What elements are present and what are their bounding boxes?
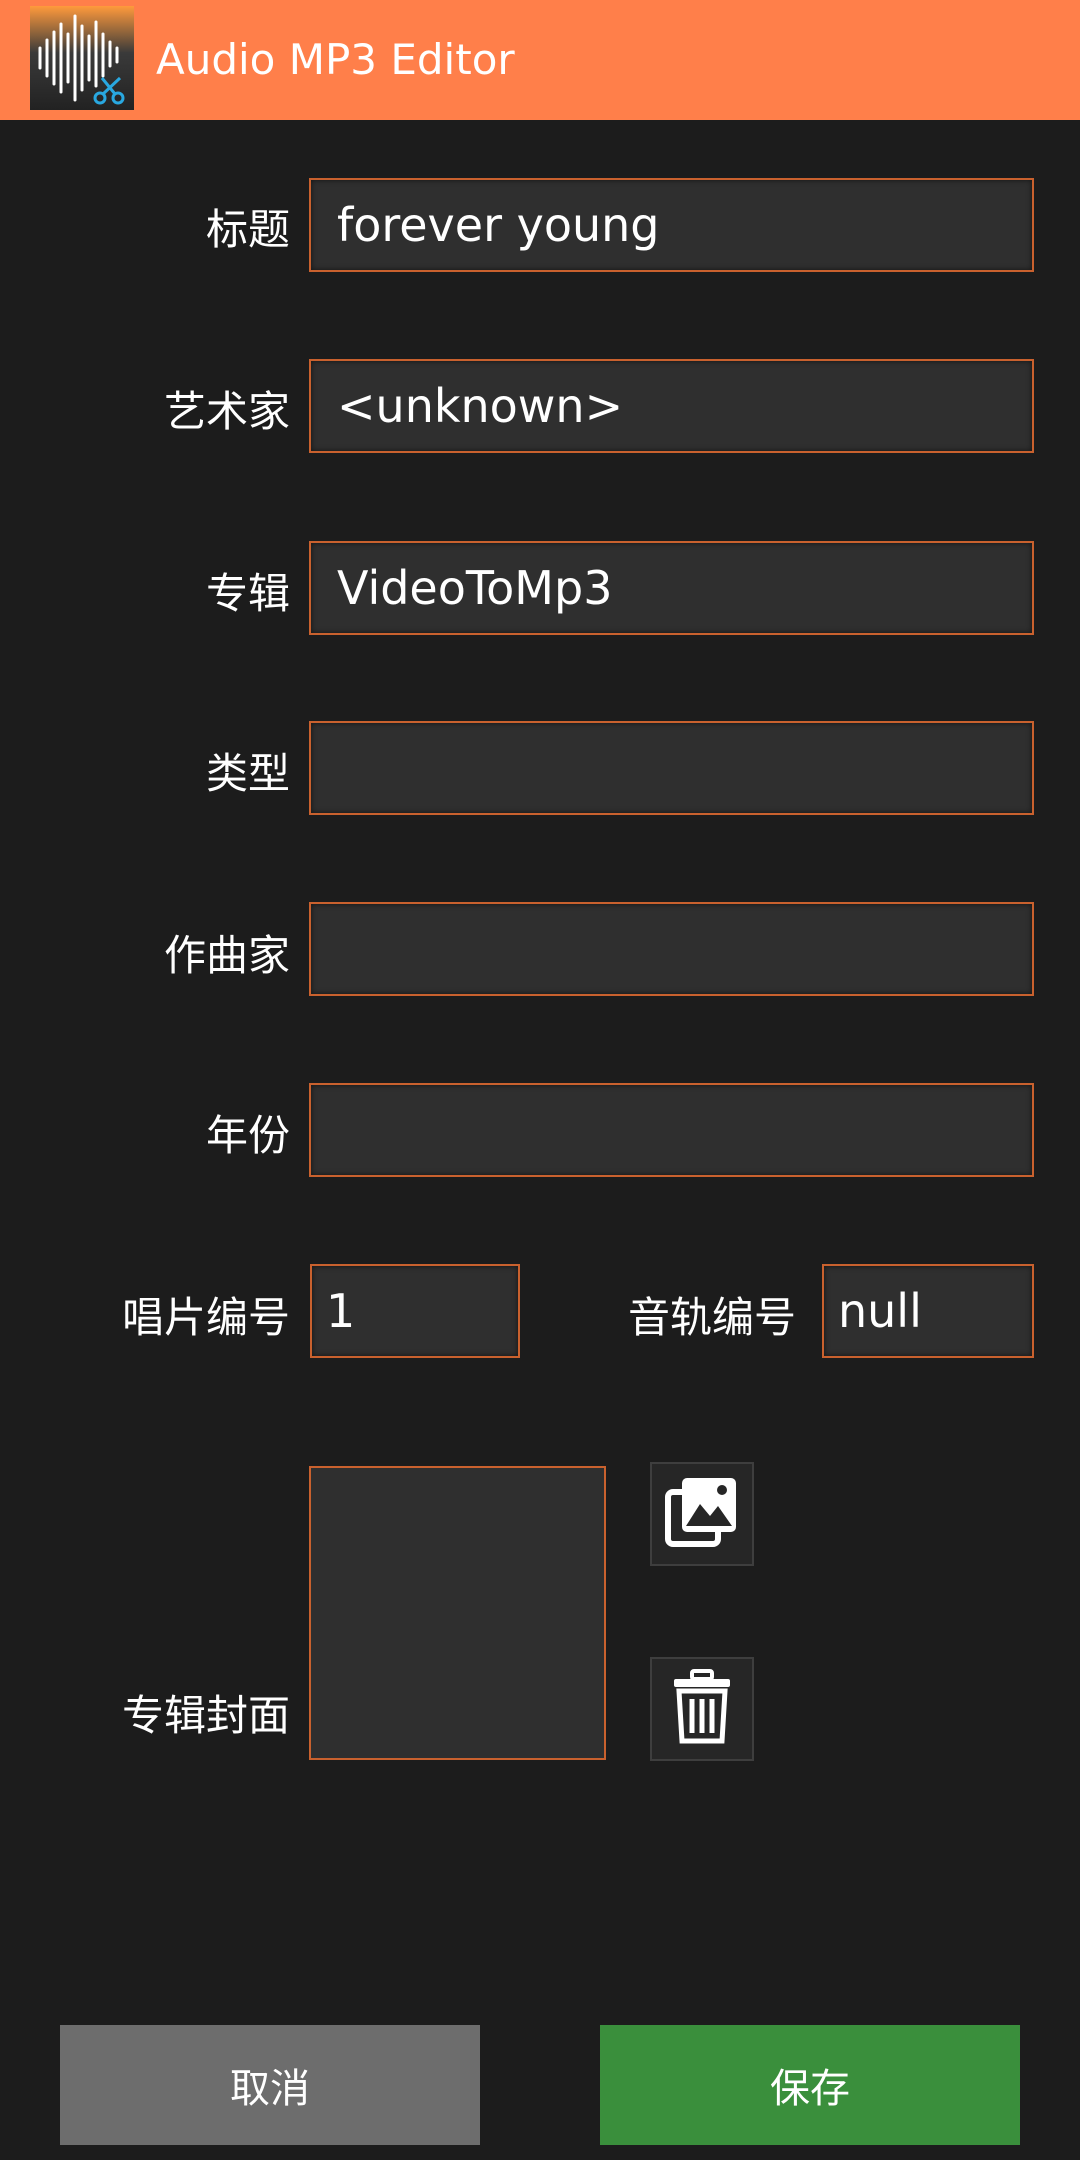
- pick-cover-button[interactable]: [650, 1462, 754, 1566]
- title-field[interactable]: [309, 178, 1034, 272]
- cancel-button[interactable]: 取消: [60, 2025, 480, 2145]
- album-cover-label: 专辑封面: [121, 1691, 290, 1740]
- composer-label: 作曲家: [163, 931, 290, 980]
- image-gallery-icon: [664, 1474, 740, 1554]
- title-label: 标题: [205, 205, 290, 254]
- save-button[interactable]: 保存: [600, 2025, 1020, 2145]
- disc-number-field[interactable]: [310, 1264, 520, 1358]
- genre-label: 类型: [205, 749, 290, 798]
- year-label: 年份: [205, 1111, 290, 1160]
- year-field[interactable]: [309, 1083, 1034, 1177]
- track-number-label: 音轨编号: [628, 1293, 797, 1342]
- artist-label: 艺术家: [163, 387, 290, 436]
- app-bar: Audio MP3 Editor: [0, 0, 1080, 120]
- genre-field[interactable]: [309, 721, 1034, 815]
- waveform-scissors-icon: [30, 6, 134, 110]
- delete-cover-button[interactable]: [650, 1657, 754, 1761]
- track-number-field[interactable]: [822, 1264, 1034, 1358]
- trash-icon: [670, 1669, 734, 1749]
- composer-field[interactable]: [309, 902, 1034, 996]
- app-title: Audio MP3 Editor: [156, 35, 515, 84]
- artist-field[interactable]: [309, 359, 1034, 453]
- disc-number-label: 唱片编号: [121, 1293, 290, 1342]
- album-field[interactable]: [309, 541, 1034, 635]
- album-label: 专辑: [205, 569, 290, 618]
- album-cover-preview[interactable]: [309, 1466, 606, 1760]
